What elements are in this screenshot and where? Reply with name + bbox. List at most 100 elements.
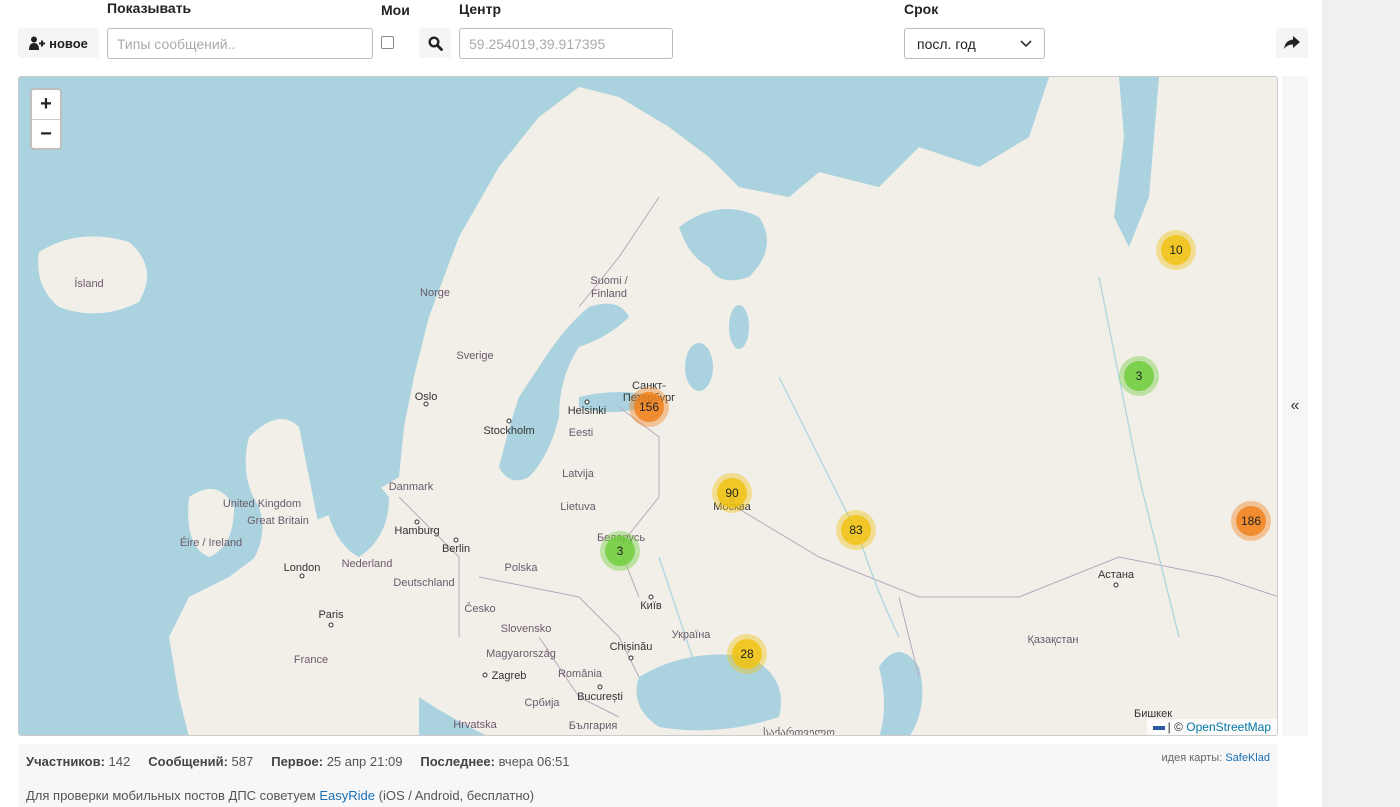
place-label: Hamburg bbox=[394, 525, 440, 537]
lake-onega bbox=[729, 305, 749, 349]
first-stat: Первое: 25 апр 21:09 bbox=[271, 754, 402, 769]
lake-ladoga bbox=[685, 343, 713, 391]
stats-row: Участников: 142 Сообщений: 587 Первое: 2… bbox=[26, 754, 570, 769]
participants-stat: Участников: 142 bbox=[26, 754, 130, 769]
city-dot bbox=[1113, 582, 1119, 588]
show-label: Показывать bbox=[107, 0, 192, 16]
period-select[interactable]: посл. год bbox=[904, 28, 1045, 59]
marker-cluster[interactable]: 3 bbox=[600, 531, 640, 571]
place-label: România bbox=[557, 668, 603, 680]
first-label: Первое: bbox=[271, 754, 324, 769]
map-credit: идея карты: SafeKlad bbox=[1162, 752, 1270, 764]
place-label: Zagreb bbox=[491, 670, 527, 682]
place-label: Paris bbox=[318, 609, 344, 621]
place-label: Česko bbox=[464, 603, 496, 615]
place-label: Sverige bbox=[456, 350, 494, 362]
marker-cluster[interactable]: 10 bbox=[1156, 230, 1196, 270]
period-label: Срок bbox=[904, 1, 939, 17]
place-label: Chișinău bbox=[609, 641, 653, 653]
openstreetmap-link[interactable]: OpenStreetMap bbox=[1186, 720, 1271, 734]
map-attribution: | © OpenStreetMap bbox=[1146, 719, 1277, 735]
place-label: Latvija bbox=[562, 468, 594, 480]
place-label: București bbox=[577, 691, 623, 703]
marker-cluster[interactable]: 83 bbox=[836, 510, 876, 550]
mine-label: Мои bbox=[381, 2, 410, 18]
place-label: Suomi / bbox=[590, 275, 628, 287]
flag-icon bbox=[1152, 725, 1165, 730]
cluster-count: 10 bbox=[1161, 235, 1191, 265]
place-label: საქართველო bbox=[763, 727, 835, 736]
share-button[interactable] bbox=[1276, 28, 1308, 58]
mine-checkbox[interactable] bbox=[381, 36, 394, 49]
zoom-in-button[interactable]: + bbox=[32, 90, 60, 119]
toolbar: новое Показывать Мои Центр Срок посл. го… bbox=[0, 0, 1322, 70]
city-dot bbox=[299, 573, 305, 579]
city-dot bbox=[648, 594, 654, 600]
cluster-count: 28 bbox=[732, 639, 762, 669]
city-dot bbox=[328, 622, 334, 628]
place-label: Éire / Ireland bbox=[179, 537, 243, 549]
place-label: Helsinki bbox=[567, 405, 607, 417]
place-label: Berlin bbox=[441, 543, 471, 555]
sidebar-toggle[interactable]: « bbox=[1282, 76, 1308, 736]
last-value: вчера 06:51 bbox=[498, 754, 570, 769]
zoom-control: + − bbox=[30, 88, 62, 150]
place-label: Україна bbox=[671, 629, 711, 641]
place-label: Lietuva bbox=[560, 501, 596, 513]
map[interactable]: + − Ísland Norge Sverige Suomi / Finland Eest… bbox=[18, 76, 1278, 736]
land-iceland bbox=[38, 236, 147, 314]
tip-suffix: (iOS / Android, бесплатно) bbox=[378, 788, 535, 803]
place-label: България bbox=[568, 720, 618, 732]
right-gutter bbox=[1322, 0, 1400, 807]
city-dot bbox=[628, 655, 634, 661]
new-message-label: новое bbox=[49, 35, 88, 51]
easyride-link[interactable]: EasyRide bbox=[319, 788, 375, 803]
place-label: Nederland bbox=[341, 558, 393, 570]
participants-value: 142 bbox=[108, 754, 131, 769]
marker-cluster[interactable]: 3 bbox=[1119, 356, 1159, 396]
page: новое Показывать Мои Центр Срок посл. го… bbox=[0, 0, 1322, 807]
tip-prefix: Для проверки мобильных постов ДПС совету… bbox=[26, 788, 316, 803]
place-label: Finland bbox=[590, 288, 628, 300]
city-dot bbox=[414, 519, 420, 525]
cluster-count: 186 bbox=[1236, 506, 1266, 536]
zoom-out-button[interactable]: − bbox=[32, 119, 60, 148]
city-dot bbox=[482, 672, 488, 678]
safeklad-link[interactable]: SafeKlad bbox=[1225, 752, 1270, 764]
first-value: 25 апр 21:09 bbox=[326, 754, 403, 769]
place-label: Polska bbox=[504, 562, 538, 574]
place-label: France bbox=[293, 654, 329, 666]
new-message-button[interactable]: новое bbox=[18, 28, 99, 58]
marker-cluster[interactable]: 186 bbox=[1231, 501, 1271, 541]
cluster-count: 3 bbox=[605, 536, 635, 566]
add-person-icon bbox=[29, 36, 46, 50]
place-label: Қазақстан bbox=[1027, 634, 1079, 646]
cluster-count: 90 bbox=[717, 478, 747, 508]
search-button[interactable] bbox=[419, 28, 451, 58]
city-dot bbox=[453, 537, 459, 543]
cluster-count: 83 bbox=[841, 515, 871, 545]
messages-label: Сообщений: bbox=[148, 754, 228, 769]
center-coordinates-input[interactable] bbox=[459, 28, 673, 59]
last-stat: Последнее: вчера 06:51 bbox=[420, 754, 569, 769]
place-label: United Kingdom bbox=[222, 498, 302, 510]
place-label: Stockholm bbox=[483, 425, 535, 437]
place-label: Great Britain bbox=[247, 515, 309, 527]
cluster-count: 156 bbox=[634, 392, 664, 422]
chevron-down-icon bbox=[1020, 39, 1032, 47]
place-label: Србија bbox=[524, 697, 560, 709]
messages-stat: Сообщений: 587 bbox=[148, 754, 253, 769]
place-label: Київ bbox=[640, 600, 662, 612]
marker-cluster[interactable]: 28 bbox=[727, 634, 767, 674]
place-label: Eesti bbox=[568, 427, 594, 439]
city-dot bbox=[584, 399, 590, 405]
place-label: Hrvatska bbox=[453, 719, 497, 731]
attribution-separator: | © bbox=[1167, 720, 1183, 734]
place-label: Deutschland bbox=[393, 577, 455, 589]
message-types-input[interactable] bbox=[107, 28, 373, 59]
marker-cluster[interactable]: 156 bbox=[629, 387, 669, 427]
marker-cluster[interactable]: 90 bbox=[712, 473, 752, 513]
place-label: Danmark bbox=[388, 481, 434, 493]
place-label: Slovensko bbox=[500, 623, 552, 635]
tip-text: Для проверки мобильных постов ДПС совету… bbox=[26, 788, 534, 803]
